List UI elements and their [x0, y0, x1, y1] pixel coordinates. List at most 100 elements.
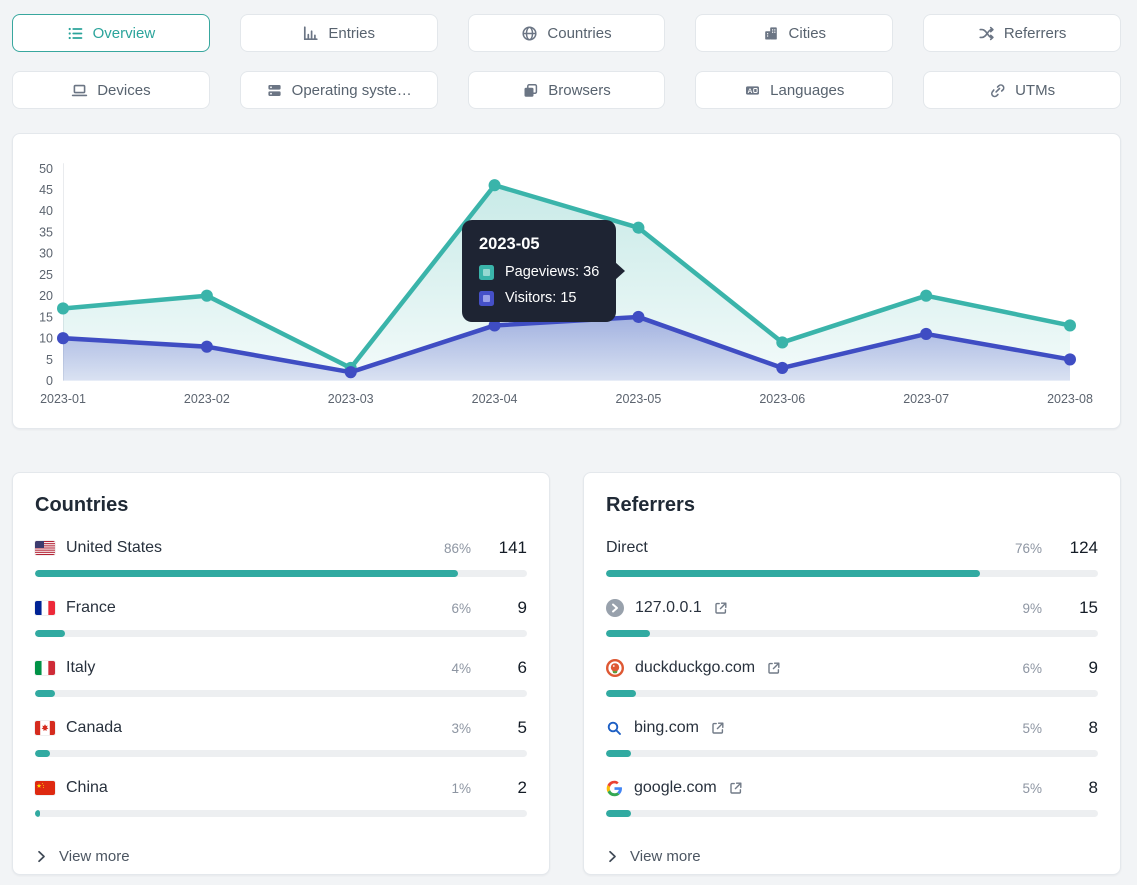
referrers-card-title: Referrers — [606, 494, 1098, 517]
visitors-point — [632, 311, 644, 323]
pageviews-point — [1064, 319, 1076, 331]
view-more-label: View more — [59, 848, 130, 865]
y-tick-label: 40 — [39, 204, 53, 218]
y-tick-label: 15 — [39, 310, 53, 324]
progress-track — [606, 810, 1098, 817]
y-tick-label: 50 — [39, 162, 53, 176]
chevron-right-icon — [37, 850, 46, 863]
country-name: Canada — [66, 719, 122, 737]
visitors-point — [920, 328, 932, 340]
country-percent: 4% — [451, 661, 484, 676]
y-tick-label: 30 — [39, 247, 53, 261]
pageviews-swatch-icon — [479, 265, 494, 280]
tab-entries[interactable]: Entries — [240, 14, 438, 52]
visitors-point — [776, 362, 788, 374]
progress-track — [606, 570, 1098, 577]
tab-overview[interactable]: Overview — [12, 14, 210, 52]
tab-languages[interactable]: A Languages — [695, 71, 893, 109]
x-tick-label: 2023-06 — [759, 392, 805, 406]
tab-devices[interactable]: Devices — [12, 71, 210, 109]
country-value: 6 — [495, 658, 527, 678]
referrer-row-duckduckgo: duckduckgo.com 6% 9 — [606, 656, 1098, 697]
chart-tooltip: 2023-05 Pageviews: 36 Visitors: 15 — [462, 220, 616, 322]
tooltip-visitors-text: Visitors: 15 — [505, 290, 576, 306]
progress-track — [35, 570, 527, 577]
referrer-row-google: google.com 5% 8 — [606, 776, 1098, 817]
default-favicon-icon — [606, 599, 624, 617]
country-value: 141 — [495, 538, 527, 558]
referrer-percent: 5% — [1022, 781, 1055, 796]
x-tick-label: 2023-01 — [40, 392, 86, 406]
tab-cities[interactable]: Cities — [695, 14, 893, 52]
country-name: France — [66, 599, 116, 617]
tab-countries[interactable]: Countries — [468, 14, 666, 52]
country-value: 9 — [495, 598, 527, 618]
country-percent: 3% — [451, 721, 484, 736]
x-tick-label: 2023-03 — [328, 392, 374, 406]
visitors-point — [57, 332, 69, 344]
progress-fill — [606, 750, 631, 757]
tooltip-row-pageviews: Pageviews: 36 — [479, 264, 599, 280]
referrer-value: 15 — [1066, 598, 1098, 618]
external-link-icon[interactable] — [714, 601, 728, 615]
countries-card-title: Countries — [35, 494, 527, 517]
countries-list: United States 86% 141 France 6% 9 — [35, 536, 527, 817]
buildings-icon — [763, 25, 780, 42]
referrers-card: Referrers Direct 76% 124 127.0. — [583, 472, 1121, 875]
referrers-view-more-button[interactable]: View more — [606, 842, 703, 871]
external-link-icon[interactable] — [729, 781, 743, 795]
tab-label: Entries — [328, 25, 375, 42]
referrer-name: duckduckgo.com — [635, 659, 755, 677]
country-percent: 1% — [451, 781, 484, 796]
x-tick-label: 2023-07 — [903, 392, 949, 406]
duckduckgo-icon — [606, 659, 624, 677]
visitors-point — [1064, 353, 1076, 365]
link-icon — [989, 82, 1006, 99]
pageviews-point — [201, 290, 213, 302]
referrer-name: google.com — [634, 779, 717, 797]
country-value: 5 — [495, 718, 527, 738]
progress-fill — [606, 690, 636, 697]
referrer-value: 9 — [1066, 658, 1098, 678]
pageviews-point — [57, 302, 69, 314]
tab-utms[interactable]: UTMs — [923, 71, 1121, 109]
traffic-chart-card: 051015202530354045502023-012023-022023-0… — [12, 133, 1121, 429]
external-link-icon[interactable] — [711, 721, 725, 735]
y-tick-label: 20 — [39, 289, 53, 303]
referrer-value: 8 — [1066, 778, 1098, 798]
external-link-icon[interactable] — [767, 661, 781, 675]
country-row-italy: Italy 4% 6 — [35, 656, 527, 697]
tab-referrers[interactable]: Referrers — [923, 14, 1121, 52]
tab-browsers[interactable]: Browsers — [468, 71, 666, 109]
country-percent: 86% — [444, 541, 484, 556]
referrer-percent: 76% — [1015, 541, 1055, 556]
progress-fill — [606, 810, 631, 817]
referrers-list: Direct 76% 124 127.0.0.1 — [606, 536, 1098, 817]
country-value: 2 — [495, 778, 527, 798]
chevron-right-icon — [608, 850, 617, 863]
tooltip-pageviews-text: Pageviews: 36 — [505, 264, 599, 280]
country-row-united-states: United States 86% 141 — [35, 536, 527, 577]
progress-fill — [35, 690, 55, 697]
tab-operating-systems[interactable]: Operating syste… — [240, 71, 438, 109]
progress-track — [606, 630, 1098, 637]
globe-icon — [521, 25, 538, 42]
country-name: China — [66, 779, 108, 797]
laptop-icon — [71, 82, 88, 99]
referrer-name: 127.0.0.1 — [635, 599, 702, 617]
visitors-swatch-icon — [479, 291, 494, 306]
analytics-dashboard: Overview Entries Countries Cities Referr — [0, 0, 1137, 875]
view-more-label: View more — [630, 848, 701, 865]
shuffle-icon — [978, 25, 995, 42]
bar-chart-icon — [302, 25, 319, 42]
y-tick-label: 35 — [39, 225, 53, 239]
canada-flag-icon — [35, 721, 55, 735]
tab-label: UTMs — [1015, 82, 1055, 99]
visitors-point — [201, 341, 213, 353]
referrer-name: bing.com — [634, 719, 699, 737]
countries-card: Countries United States 86% 141 — [12, 472, 550, 875]
referrer-name: Direct — [606, 539, 648, 557]
tooltip-row-visitors: Visitors: 15 — [479, 290, 599, 306]
us-flag-icon — [35, 541, 55, 555]
countries-view-more-button[interactable]: View more — [35, 842, 132, 871]
